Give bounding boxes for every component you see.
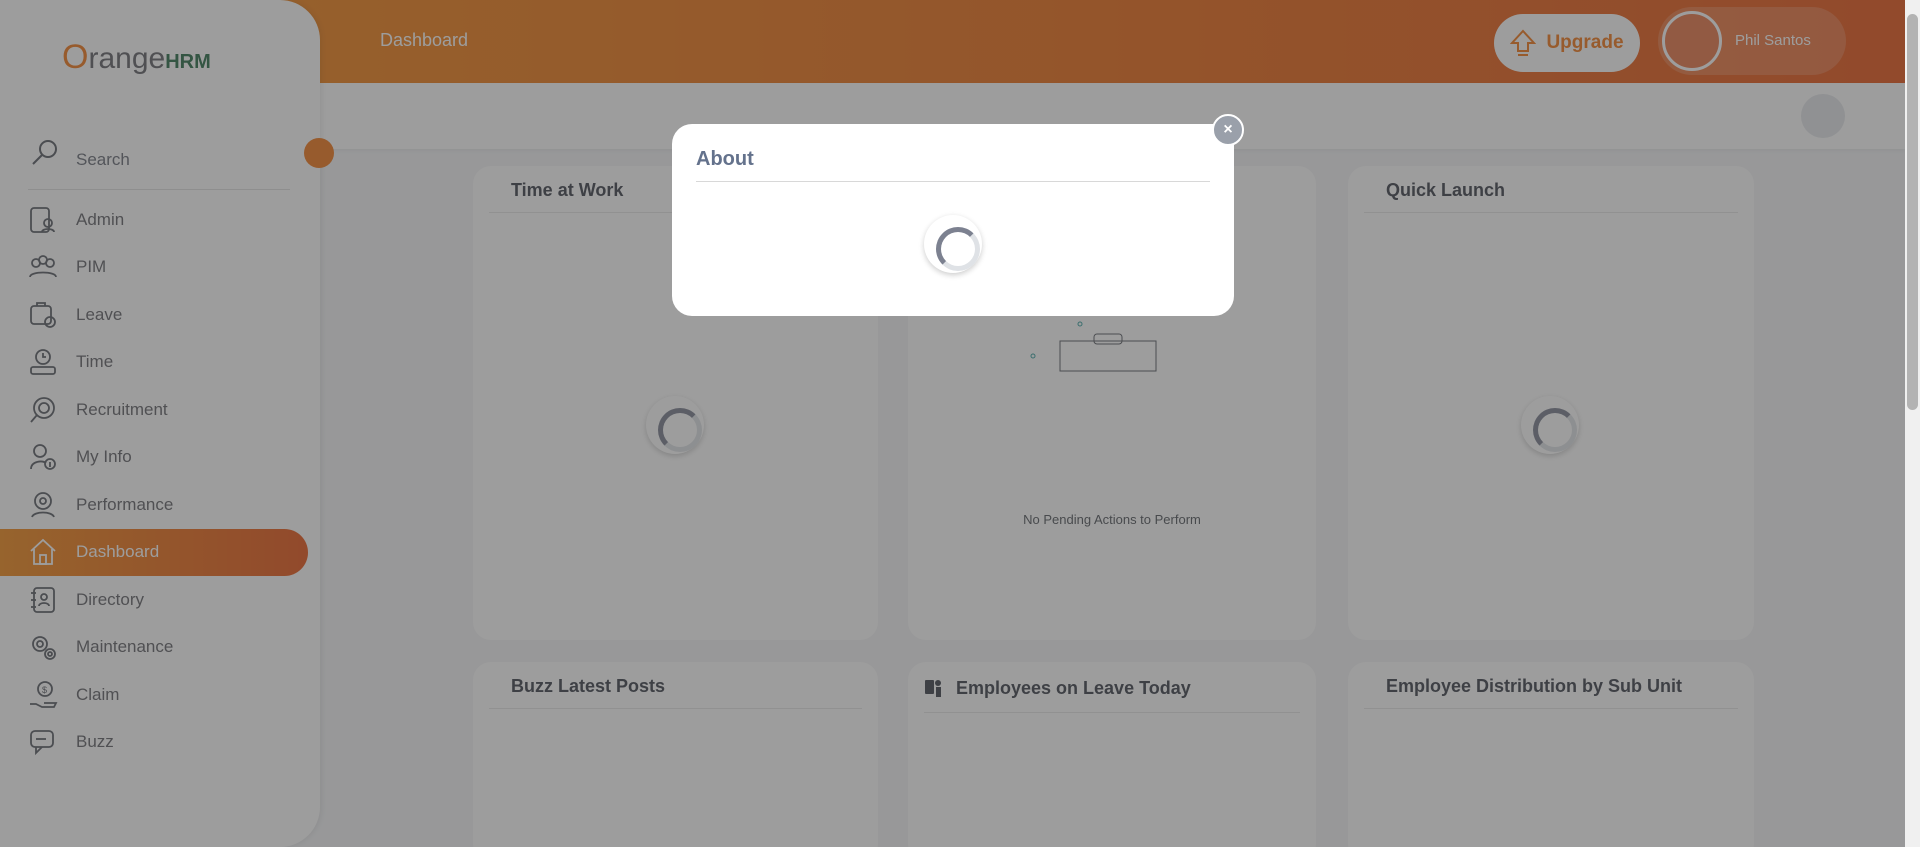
loading-spinner <box>924 215 982 273</box>
about-dialog: About <box>672 124 1234 316</box>
scrollbar-thumb[interactable] <box>1907 14 1918 410</box>
dialog-title: About <box>696 148 754 170</box>
close-dialog-button[interactable]: × <box>1212 114 1244 146</box>
